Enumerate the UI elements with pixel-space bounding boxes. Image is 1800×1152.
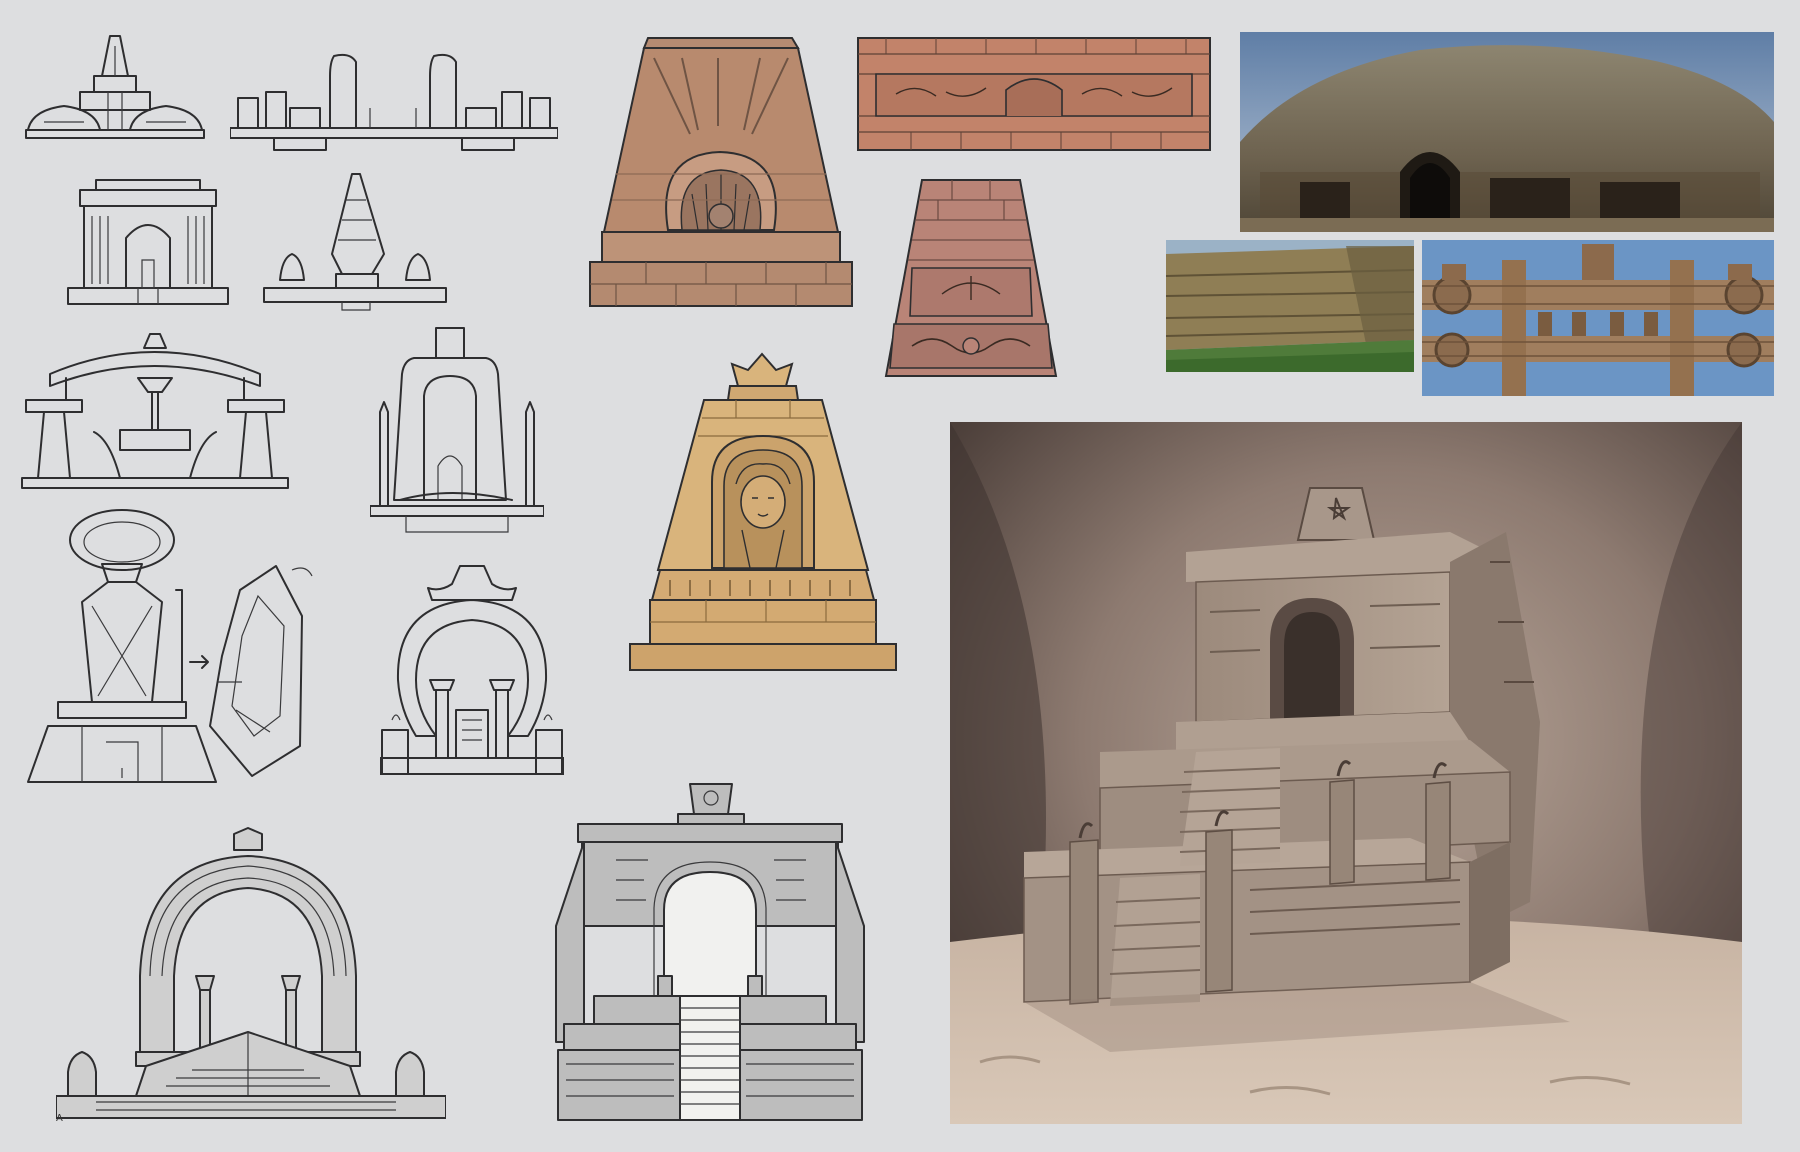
sketch-bridge-arch	[20, 330, 290, 494]
sketch-circular-arch-gate: A	[56, 826, 446, 1126]
ring-gate-icon	[380, 565, 564, 775]
stepped-spire-icon	[263, 173, 447, 311]
cave-shrine-painting	[950, 422, 1742, 1124]
sketch-shrine-elevation	[554, 780, 866, 1126]
bridge-arch-icon	[21, 333, 289, 489]
final-render-cave-shrine	[950, 422, 1742, 1124]
color-concept-fan-shrine	[586, 34, 856, 312]
sketch-stepped-spire	[262, 170, 448, 314]
gate-pillars-icon	[230, 53, 558, 151]
arched-shrine-icon	[67, 179, 229, 305]
reference-photo-stone-wall	[1166, 240, 1414, 372]
fan-shrine-paint	[589, 37, 853, 307]
ochre-shrine-paint	[629, 352, 897, 671]
stone-wall-photo	[1166, 240, 1414, 372]
brick-frieze-paint	[857, 37, 1211, 151]
concept-art-sheet: A	[0, 0, 1800, 1152]
tall-portal-icon	[370, 327, 544, 533]
sketch-ring-gate	[380, 560, 564, 782]
reference-photo-rock-caves	[1240, 32, 1774, 232]
shrine-elevation-icon	[555, 783, 865, 1121]
sketch-ring-throne	[22, 506, 322, 790]
sketch-domed-shrine	[24, 30, 206, 142]
gateway-carving-photo	[1422, 240, 1774, 396]
color-concept-rose-block	[882, 176, 1060, 382]
sketch-arched-shrine	[66, 176, 230, 312]
rock-caves-photo	[1240, 32, 1774, 232]
rose-block-paint	[884, 179, 1058, 377]
sketch-tall-portal	[370, 326, 544, 538]
color-concept-brick-frieze	[856, 34, 1212, 156]
ring-throne-icon	[27, 509, 313, 783]
sketch-mark: A	[56, 1113, 63, 1124]
domed-shrine-icon	[25, 35, 205, 139]
circular-arch-gate-icon	[56, 827, 446, 1119]
color-concept-ochre-shrine	[626, 352, 900, 676]
reference-photo-gateway-carving	[1422, 240, 1774, 396]
sketch-gate-pillars	[230, 52, 558, 156]
